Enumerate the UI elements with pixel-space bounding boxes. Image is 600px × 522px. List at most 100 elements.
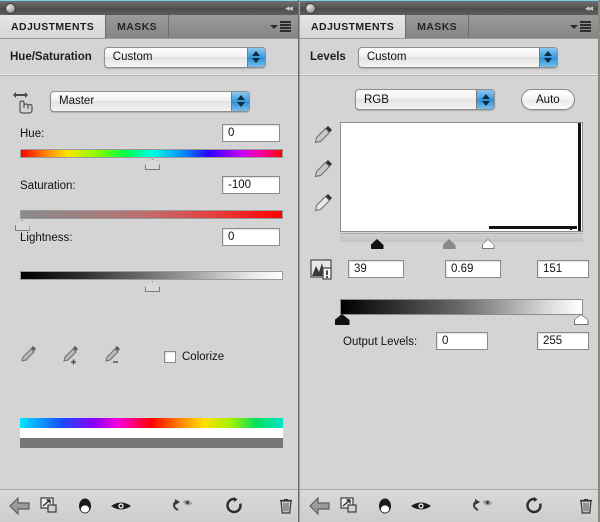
hue-slider-track[interactable] <box>20 149 283 170</box>
close-icon[interactable] <box>5 2 16 14</box>
input-white-marker[interactable] <box>481 239 495 249</box>
output-white-marker[interactable] <box>573 314 589 325</box>
left-panel-titlebar[interactable]: ◂◂ <box>0 0 298 15</box>
levels-channel-row: RGB Auto <box>355 89 575 110</box>
tab-adjustments[interactable]: ADJUSTMENTS <box>0 15 107 38</box>
tabstrip-filler <box>469 15 566 38</box>
input-black-marker[interactable] <box>370 239 384 249</box>
on-image-adjustment-icon[interactable] <box>12 88 40 114</box>
colorize-label: Colorize <box>182 350 225 363</box>
spectrum-bar-hue <box>20 418 283 428</box>
clip-to-layer-icon[interactable] <box>338 491 362 521</box>
channel-stepper[interactable] <box>231 91 249 111</box>
preset-select[interactable]: Custom <box>357 46 558 68</box>
input-white-field[interactable]: 151 <box>537 260 589 278</box>
histogram-warning-icon[interactable] <box>310 258 336 285</box>
eyedropper-black-point-icon[interactable] <box>312 124 334 151</box>
spectrum-bar-gray <box>20 438 283 448</box>
output-levels-track[interactable] <box>340 299 583 315</box>
back-arrow-icon[interactable] <box>308 491 332 521</box>
levels-eyedropper-column <box>312 124 334 219</box>
preset-value: Custom <box>112 51 153 63</box>
hue-slider-thumb[interactable] <box>145 159 160 170</box>
chevron-down-icon <box>270 24 278 29</box>
channel-select[interactable]: Master <box>50 90 250 112</box>
levels-channel-value: RGB <box>364 93 389 106</box>
delete-icon[interactable] <box>274 491 298 521</box>
hamburger-icon <box>580 21 591 32</box>
preview-eye-icon[interactable] <box>109 491 133 521</box>
histogram-data-dot <box>570 228 572 230</box>
right-tabstrip: ADJUSTMENTS MASKS <box>300 15 598 39</box>
delete-icon[interactable] <box>574 491 598 521</box>
toggle-mask-icon[interactable] <box>73 491 97 521</box>
eyedropper-subtract-icon[interactable] <box>102 344 122 369</box>
saturation-label: Saturation: <box>20 180 76 192</box>
tab-masks[interactable]: MASKS <box>406 15 470 38</box>
reset-preview-icon[interactable] <box>171 491 195 521</box>
output-levels-label: Output Levels: <box>343 336 418 348</box>
saturation-input[interactable]: -100 <box>222 176 280 194</box>
lightness-label: Lightness: <box>20 232 73 244</box>
collapse-icon[interactable]: ◂◂ <box>285 3 293 13</box>
preview-eye-icon[interactable] <box>409 491 433 521</box>
chevron-down-icon <box>570 24 578 29</box>
reset-icon[interactable] <box>221 491 245 521</box>
input-midtone-marker[interactable] <box>442 239 456 249</box>
levels-preset-row: Levels Custom <box>300 39 598 76</box>
reset-preview-icon[interactable] <box>471 491 495 521</box>
eyedropper-icon[interactable] <box>18 344 38 369</box>
hue-sat-body: Master Hue: 0 Saturation: -100 Lightness… <box>0 76 298 489</box>
panel-menu-button[interactable] <box>566 15 598 38</box>
tabstrip-filler <box>169 15 266 38</box>
right-panel-titlebar[interactable]: ◂◂ <box>300 0 598 15</box>
output-black-marker[interactable] <box>334 314 350 325</box>
back-arrow-icon[interactable] <box>8 491 32 521</box>
histogram[interactable] <box>340 122 583 232</box>
saturation-slider-track[interactable] <box>14 210 283 231</box>
toggle-mask-icon[interactable] <box>373 491 397 521</box>
levels-channel-stepper[interactable] <box>476 90 494 109</box>
tab-masks[interactable]: MASKS <box>106 15 170 38</box>
levels-body: RGB Auto 39 0.69 151 Output Levels: 0 25… <box>300 76 598 489</box>
eyedropper-row: Colorize <box>18 344 224 369</box>
panel-menu-button[interactable] <box>266 15 298 38</box>
hue-input[interactable]: 0 <box>222 124 280 142</box>
channel-row: Master <box>12 88 250 114</box>
hue-sat-preset-row: Hue/Saturation Custom <box>0 39 298 76</box>
clip-to-layer-icon[interactable] <box>38 491 62 521</box>
right-bottom-toolbar <box>300 489 598 522</box>
saturation-slider-thumb[interactable] <box>14 220 30 231</box>
adjustments-panels-stage: ◂◂ ADJUSTMENTS MASKS Hue/Saturation Cust… <box>0 0 600 522</box>
collapse-icon[interactable]: ◂◂ <box>585 3 593 13</box>
preset-select[interactable]: Custom <box>103 46 266 68</box>
colorize-control[interactable]: Colorize <box>164 350 225 363</box>
input-black-field[interactable]: 39 <box>348 260 404 278</box>
lightness-slider-thumb[interactable] <box>145 281 160 292</box>
output-black-field[interactable]: 0 <box>436 332 488 350</box>
auto-button[interactable]: Auto <box>521 89 575 110</box>
left-tabstrip: ADJUSTMENTS MASKS <box>0 15 298 39</box>
spectrum-bars <box>20 418 283 448</box>
page-title: Hue/Saturation <box>10 51 92 63</box>
hue-saturation-panel: ◂◂ ADJUSTMENTS MASKS Hue/Saturation Cust… <box>0 0 299 522</box>
preset-stepper[interactable] <box>538 47 557 67</box>
reset-icon[interactable] <box>521 491 545 521</box>
eyedropper-white-point-icon[interactable] <box>312 192 334 219</box>
input-midtone-field[interactable]: 0.69 <box>445 260 501 278</box>
spectrum-bar-result <box>20 428 283 438</box>
eyedropper-add-icon[interactable] <box>60 344 80 369</box>
preset-stepper[interactable] <box>246 47 265 67</box>
histogram-data-spike <box>578 123 581 231</box>
eyedropper-gray-point-icon[interactable] <box>312 158 334 185</box>
lightness-input[interactable]: 0 <box>222 228 280 246</box>
output-white-field[interactable]: 255 <box>537 332 589 350</box>
levels-channel-select[interactable]: RGB <box>355 89 495 110</box>
tab-adjustments[interactable]: ADJUSTMENTS <box>300 15 407 38</box>
colorize-checkbox[interactable] <box>164 350 176 363</box>
hamburger-icon <box>280 21 291 32</box>
lightness-slider-track[interactable] <box>20 271 283 292</box>
hue-label: Hue: <box>20 128 45 140</box>
histogram-data-flat <box>489 226 577 229</box>
close-icon[interactable] <box>305 2 316 14</box>
